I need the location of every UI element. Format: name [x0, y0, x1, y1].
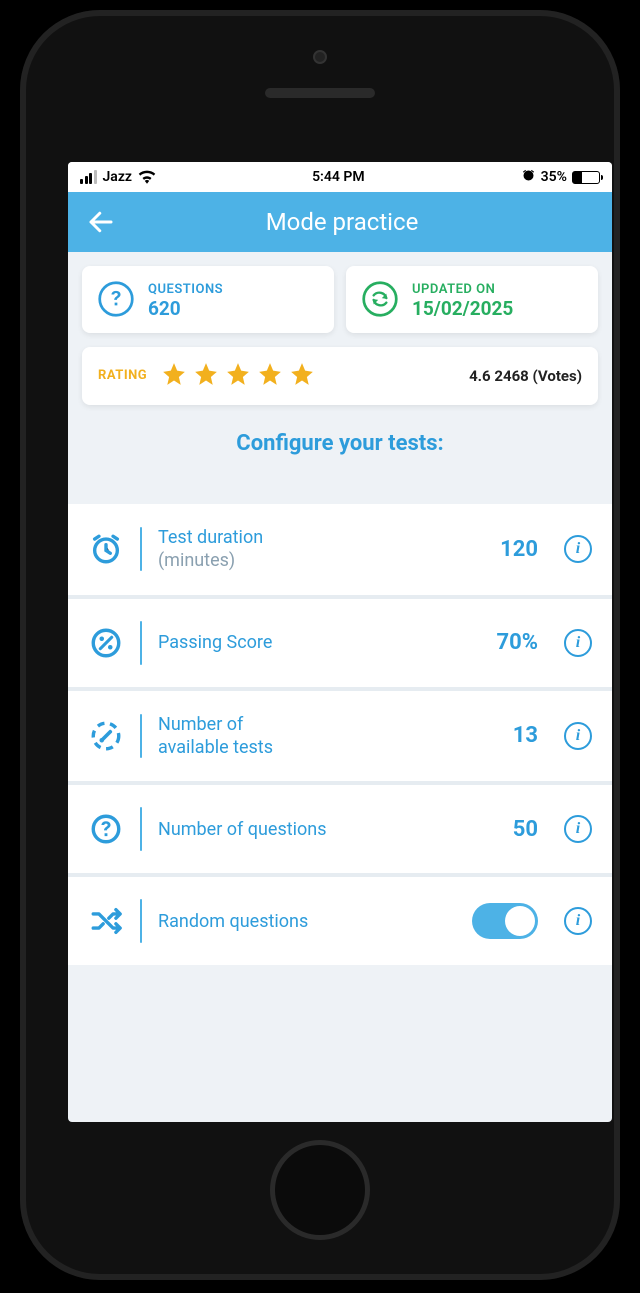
config-tests-label: Number of available tests — [158, 713, 273, 760]
info-button[interactable]: i — [564, 535, 592, 563]
updated-value: 15/02/2025 — [412, 297, 513, 320]
config-passing-score[interactable]: Passing Score 70% i — [68, 599, 612, 687]
toggle-knob — [505, 906, 535, 936]
config-tests-value: 13 — [513, 723, 548, 748]
rating-card[interactable]: RATING 4.6 2468 (Votes) — [82, 347, 598, 405]
clock-icon — [88, 532, 124, 566]
battery-percent: 35% — [541, 169, 567, 185]
rating-stars — [161, 361, 315, 391]
app-screen: Jazz 5:44 PM 35% Mode practice — [68, 162, 612, 1122]
updated-card[interactable]: UPDATED ON 15/02/2025 — [346, 266, 598, 333]
config-available-tests[interactable]: Number of available tests 13 i — [68, 691, 612, 782]
phone-camera — [313, 50, 327, 64]
shuffle-icon — [88, 904, 124, 938]
info-button[interactable]: i — [564, 629, 592, 657]
config-passing-label: Passing Score — [158, 631, 272, 654]
star-icon — [289, 361, 315, 391]
random-toggle[interactable] — [472, 903, 538, 939]
updated-label: UPDATED ON — [412, 282, 495, 297]
wifi-icon — [138, 170, 156, 184]
questions-value: 620 — [148, 297, 181, 320]
home-button[interactable] — [270, 1140, 370, 1240]
star-icon — [225, 361, 251, 391]
star-icon — [257, 361, 283, 391]
status-left: Jazz — [80, 169, 156, 185]
info-button[interactable]: i — [564, 907, 592, 935]
config-duration-value: 120 — [500, 537, 548, 562]
carrier-label: Jazz — [103, 169, 132, 185]
divider — [140, 527, 142, 571]
questions-card[interactable]: QUESTIONS 620 — [82, 266, 334, 333]
phone-frame: Jazz 5:44 PM 35% Mode practice — [20, 10, 620, 1280]
target-dashed-icon — [88, 719, 124, 753]
config-questions-value: 50 — [513, 817, 548, 842]
questions-label: QUESTIONS — [148, 282, 223, 297]
divider — [140, 714, 142, 758]
rating-label: RATING — [98, 368, 147, 383]
page-title: Mode practice — [146, 208, 538, 236]
star-icon — [193, 361, 219, 391]
question-circle-icon — [88, 812, 124, 846]
question-circle-icon — [96, 279, 136, 319]
battery-icon — [572, 171, 600, 184]
back-button[interactable] — [86, 207, 116, 237]
summary-section: QUESTIONS 620 UPDATED ON 15/02/2025 RATI… — [68, 252, 612, 504]
cellular-signal-icon — [80, 170, 97, 184]
status-bar: Jazz 5:44 PM 35% — [68, 162, 612, 192]
phone-speaker — [265, 88, 375, 98]
config-duration[interactable]: Test duration (minutes) 120 i — [68, 504, 612, 595]
refresh-circle-icon — [360, 279, 400, 319]
config-passing-value: 70% — [496, 630, 548, 655]
rating-text: 4.6 2468 (Votes) — [469, 367, 582, 385]
star-icon — [161, 361, 187, 391]
config-questions-label: Number of questions — [158, 818, 327, 841]
status-time: 5:44 PM — [312, 169, 365, 185]
config-random-label: Random questions — [158, 910, 308, 933]
divider — [140, 807, 142, 851]
status-right: 35% — [521, 168, 600, 187]
config-duration-label: Test duration (minutes) — [158, 526, 263, 573]
config-question-count[interactable]: Number of questions 50 i — [68, 785, 612, 873]
info-button[interactable]: i — [564, 815, 592, 843]
section-heading: Configure your tests: — [82, 405, 598, 496]
app-header: Mode practice — [68, 192, 612, 252]
divider — [140, 621, 142, 665]
percent-circle-icon — [88, 626, 124, 660]
divider — [140, 899, 142, 943]
config-list: Test duration (minutes) 120 i Passing Sc… — [68, 504, 612, 966]
alarm-icon — [521, 168, 536, 187]
info-button[interactable]: i — [564, 722, 592, 750]
config-random-questions[interactable]: Random questions i — [68, 877, 612, 965]
